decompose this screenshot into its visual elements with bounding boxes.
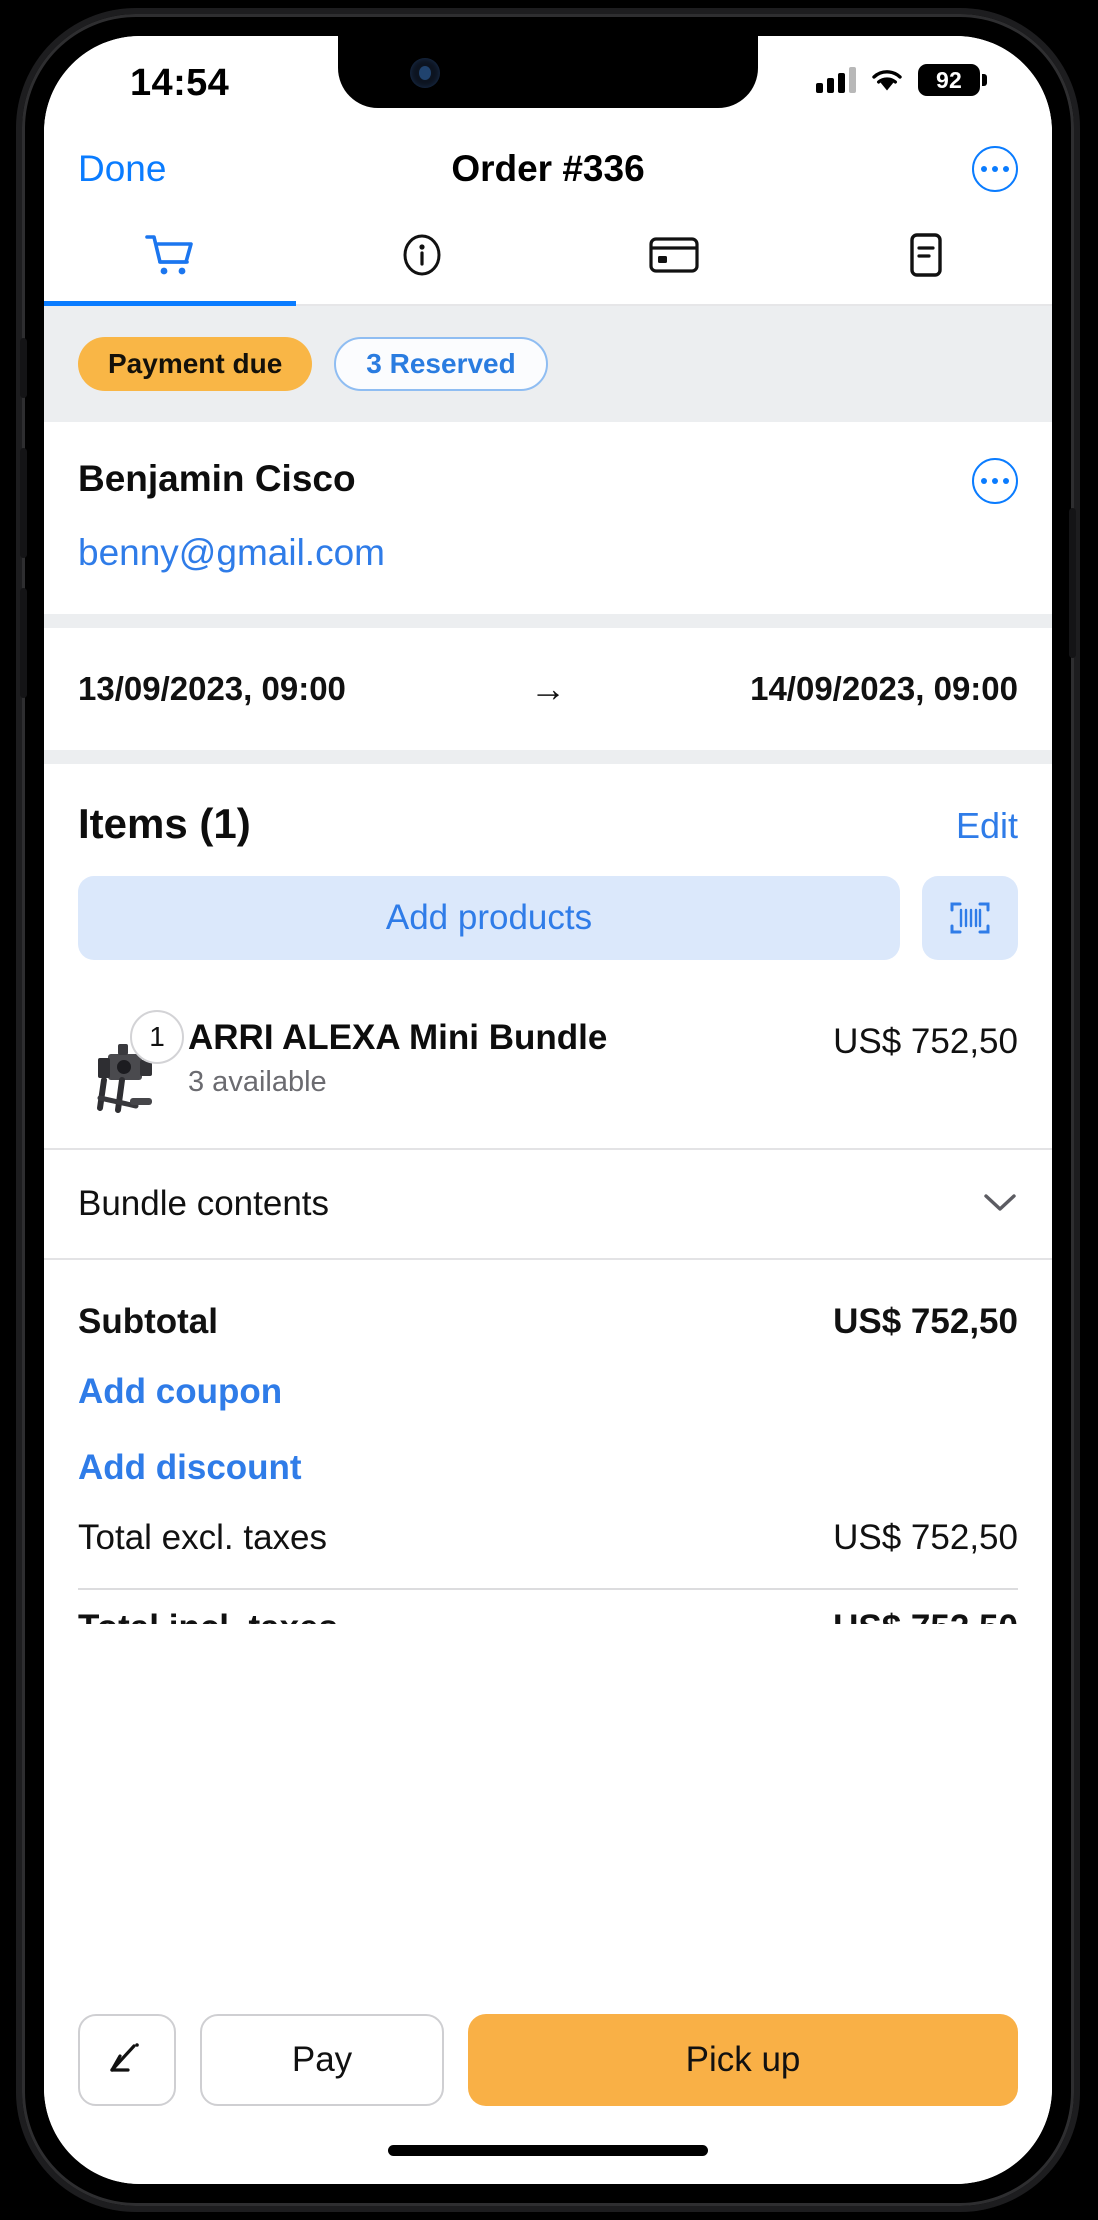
page-title: Order #336: [451, 148, 645, 189]
table-row[interactable]: 1 ARRI ALEXA Mini Bundle 3 available US$…: [44, 990, 1052, 1150]
battery-indicator: 92: [918, 64, 987, 96]
total-incl-taxes-label: Total incl. taxes: [78, 1608, 338, 1624]
product-info: ARRI ALEXA Mini Bundle 3 available: [188, 1008, 833, 1099]
pick-up-button[interactable]: Pick up: [468, 2014, 1018, 2106]
tab-info[interactable]: [296, 210, 548, 304]
product-availability: 3 available: [188, 1066, 327, 1098]
edit-items-button[interactable]: Edit: [956, 805, 1018, 847]
tab-bar: [44, 210, 1052, 306]
front-camera-icon: [410, 58, 440, 88]
customer-section[interactable]: Benjamin Cisco benny@gmail.com: [44, 422, 1052, 614]
tab-notes[interactable]: [800, 210, 1052, 304]
device-frame: 14:54 92 Done Order #336 Payment due 3 R…: [16, 8, 1080, 2212]
barcode-scan-icon[interactable]: [922, 876, 1018, 960]
add-discount-button[interactable]: Add discount: [78, 1430, 1018, 1506]
divider: [44, 614, 1052, 628]
wifi-icon: [870, 67, 904, 93]
add-coupon-button[interactable]: Add coupon: [78, 1354, 1018, 1430]
order-content: Payment due 3 Reserved Benjamin Cisco be…: [44, 306, 1052, 2184]
customer-more-options-icon[interactable]: [972, 458, 1018, 504]
signature-pen-icon[interactable]: [78, 2014, 176, 2106]
total-excl-taxes-row: Total excl. taxes US$ 752,50: [78, 1506, 1018, 1570]
battery-level: 92: [936, 66, 962, 93]
add-products-row: Add products: [44, 848, 1052, 990]
items-title: Items (1): [78, 800, 251, 847]
document-notes-icon: [905, 231, 947, 284]
info-circle-icon: [399, 232, 445, 283]
more-options-icon[interactable]: [972, 146, 1018, 192]
status-time: 14:54: [130, 62, 230, 104]
navigation-bar: Done Order #336: [44, 128, 1052, 210]
total-excl-taxes-label: Total excl. taxes: [78, 1518, 327, 1557]
items-section: Items (1) Edit Add products 1 ARRI ALEXA…: [44, 764, 1052, 1624]
volume-up-button[interactable]: [20, 448, 27, 558]
status-badge-payment-due[interactable]: Payment due: [78, 337, 313, 391]
status-bar: 14:54 92: [44, 36, 1052, 128]
rental-start-date: 13/09/2023, 09:00: [78, 670, 346, 707]
customer-email[interactable]: benny@gmail.com: [78, 532, 1018, 574]
bundle-contents-row[interactable]: Bundle contents: [44, 1150, 1052, 1260]
customer-name: Benjamin Cisco: [78, 458, 356, 499]
total-excl-taxes-value: US$ 752,50: [833, 1518, 1018, 1557]
items-header: Items (1) Edit: [44, 764, 1052, 848]
subtotal-row: Subtotal US$ 752,50: [78, 1290, 1018, 1354]
notch: [338, 36, 758, 108]
total-incl-taxes-value: US$ 752,50: [833, 1608, 1018, 1624]
arrow-right-icon: →: [530, 668, 566, 709]
bundle-contents-label: Bundle contents: [78, 1184, 330, 1223]
volume-down-button[interactable]: [20, 588, 27, 698]
phone-screen: 14:54 92 Done Order #336 Payment due 3 R…: [44, 36, 1052, 2184]
product-price: US$ 752,50: [833, 1022, 1018, 1061]
tab-payment[interactable]: [548, 210, 800, 304]
subtotal-value: US$ 752,50: [833, 1302, 1018, 1341]
power-button[interactable]: [1069, 508, 1076, 658]
status-indicators: 92: [816, 64, 987, 96]
home-indicator[interactable]: [388, 2145, 708, 2156]
totals-section: Subtotal US$ 752,50 Add coupon Add disco…: [44, 1260, 1052, 1624]
rental-end-date: 14/09/2023, 09:00: [750, 670, 1018, 707]
add-products-button[interactable]: Add products: [78, 876, 900, 960]
status-badges: Payment due 3 Reserved: [44, 306, 1052, 422]
cellular-signal-icon: [816, 67, 856, 93]
credit-card-icon: [648, 235, 700, 280]
product-name: ARRI ALEXA Mini Bundle: [188, 1018, 608, 1057]
rental-period-row[interactable]: 13/09/2023, 09:00 → 14/09/2023, 09:00: [44, 628, 1052, 750]
product-quantity[interactable]: 1: [130, 1010, 184, 1064]
subtotal-label: Subtotal: [78, 1302, 218, 1341]
chevron-down-icon[interactable]: [982, 1191, 1018, 1218]
pay-button[interactable]: Pay: [200, 2014, 444, 2106]
total-incl-taxes-row: Total incl. taxes US$ 752,50: [78, 1590, 1018, 1624]
done-button[interactable]: Done: [78, 148, 166, 190]
mute-switch[interactable]: [20, 338, 27, 398]
status-badge-reserved[interactable]: 3 Reserved: [334, 337, 548, 391]
tab-cart[interactable]: [44, 210, 296, 306]
divider: [44, 750, 1052, 764]
shopping-cart-icon: [144, 232, 196, 283]
camera-rig-thumbnail: 1: [78, 1010, 184, 1120]
